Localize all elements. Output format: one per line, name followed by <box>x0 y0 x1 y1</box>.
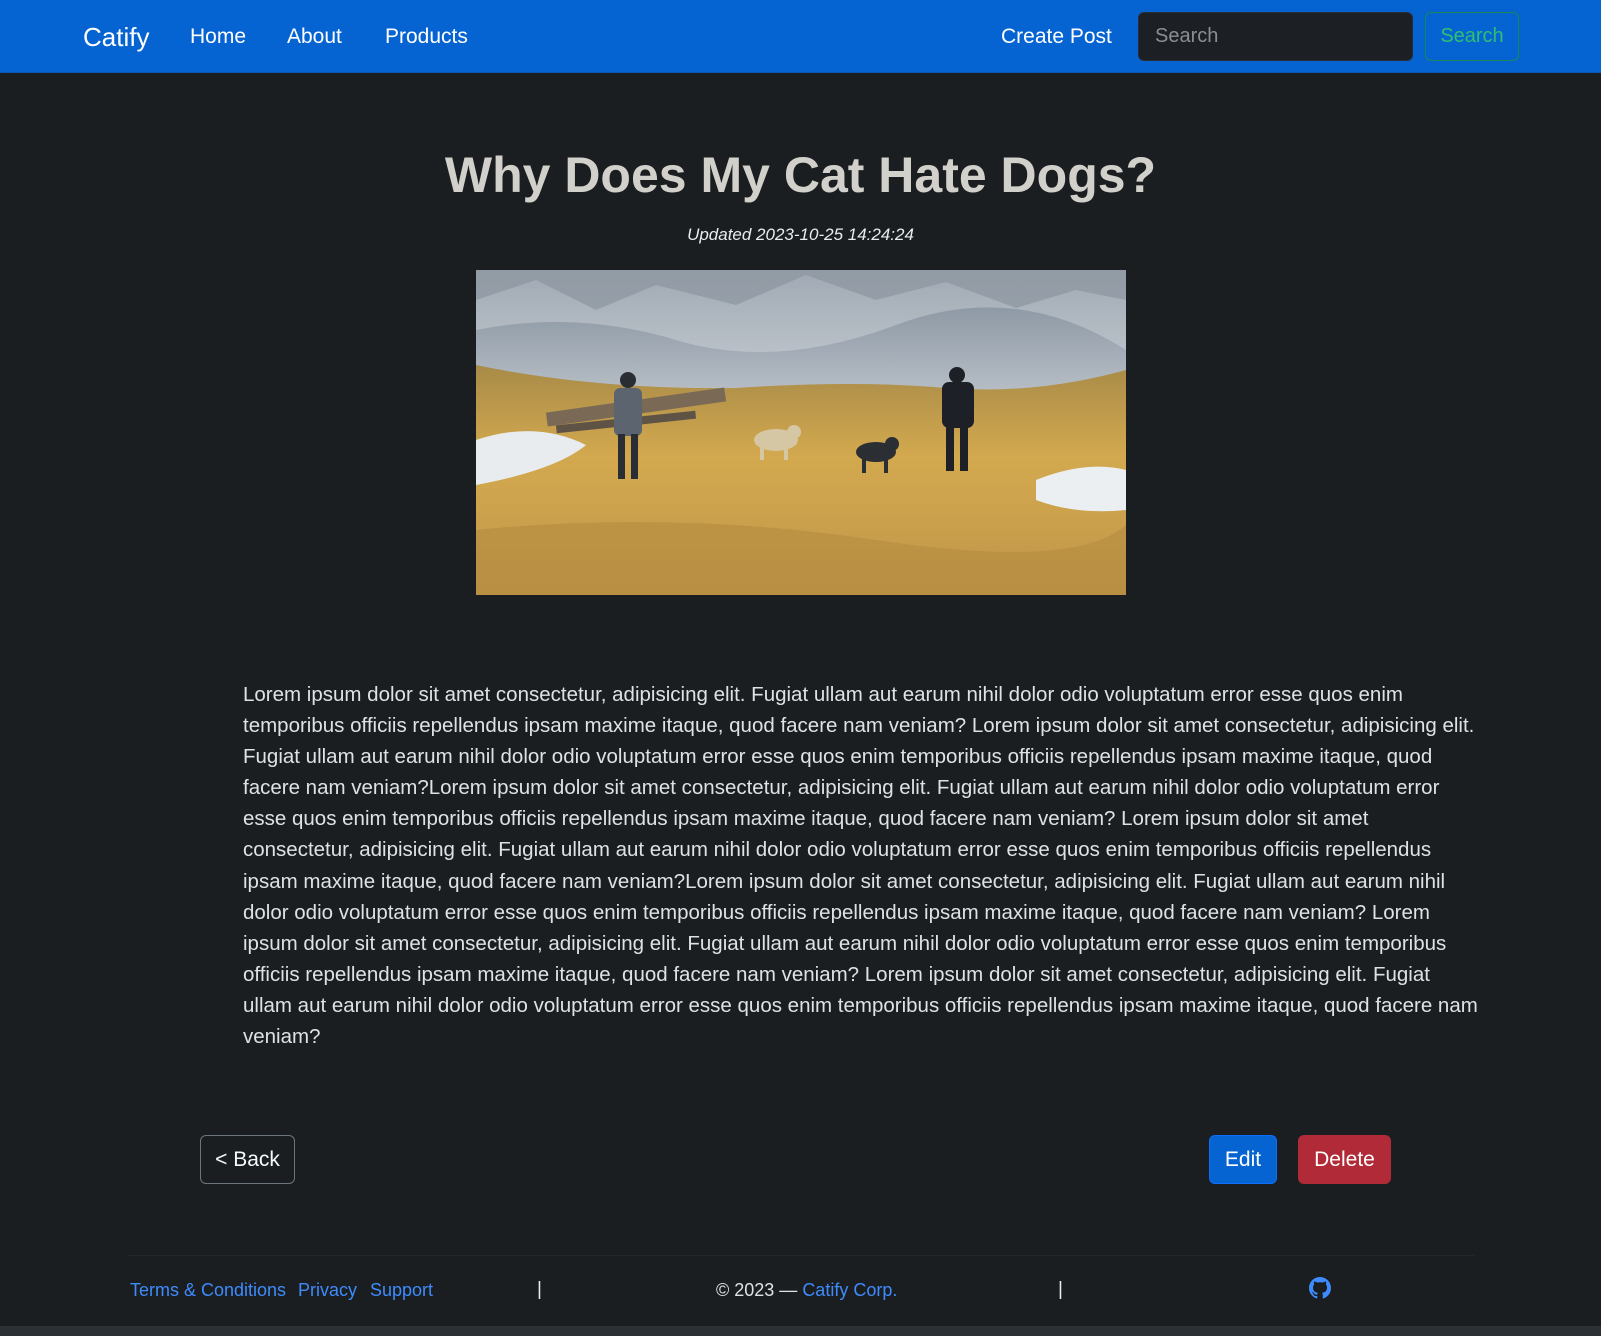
nav-link-products[interactable]: Products <box>385 25 468 49</box>
post-image <box>476 270 1126 595</box>
copyright-text: © 2023 — <box>716 1280 803 1300</box>
github-icon-glyph <box>1309 1277 1331 1299</box>
brand-logo-link[interactable]: Catify <box>83 22 149 53</box>
navbar: Catify Home About Products Create Post S… <box>0 0 1601 73</box>
footer-link-privacy[interactable]: Privacy <box>298 1280 357 1301</box>
hikers-with-dogs-photo <box>476 270 1126 595</box>
create-post-link[interactable]: Create Post <box>1001 25 1112 49</box>
edit-button[interactable]: Edit <box>1209 1135 1277 1184</box>
back-button[interactable]: < Back <box>200 1135 295 1184</box>
footer-copyright: © 2023 — Catify Corp. <box>716 1280 897 1301</box>
footer-link-support[interactable]: Support <box>370 1280 433 1301</box>
search-button[interactable]: Search <box>1425 12 1519 61</box>
footer-separator: | <box>1058 1279 1063 1300</box>
post-title: Why Does My Cat Hate Dogs? <box>444 147 1157 203</box>
footer-link-terms[interactable]: Terms & Conditions <box>130 1280 286 1301</box>
company-link[interactable]: Catify Corp. <box>802 1280 897 1300</box>
delete-button[interactable]: Delete <box>1298 1135 1391 1184</box>
github-icon[interactable] <box>1309 1277 1331 1299</box>
search-input[interactable] <box>1138 12 1413 61</box>
nav-link-about[interactable]: About <box>287 25 342 49</box>
nav-link-home[interactable]: Home <box>190 25 246 49</box>
post-body-text: Lorem ipsum dolor sit amet consectetur, … <box>243 683 1478 1049</box>
footer-divider <box>128 1255 1474 1256</box>
post-updated-timestamp: Updated 2023-10-25 14:24:24 <box>687 225 914 244</box>
footer-separator: | <box>537 1279 542 1300</box>
bottom-bar <box>0 1326 1601 1336</box>
